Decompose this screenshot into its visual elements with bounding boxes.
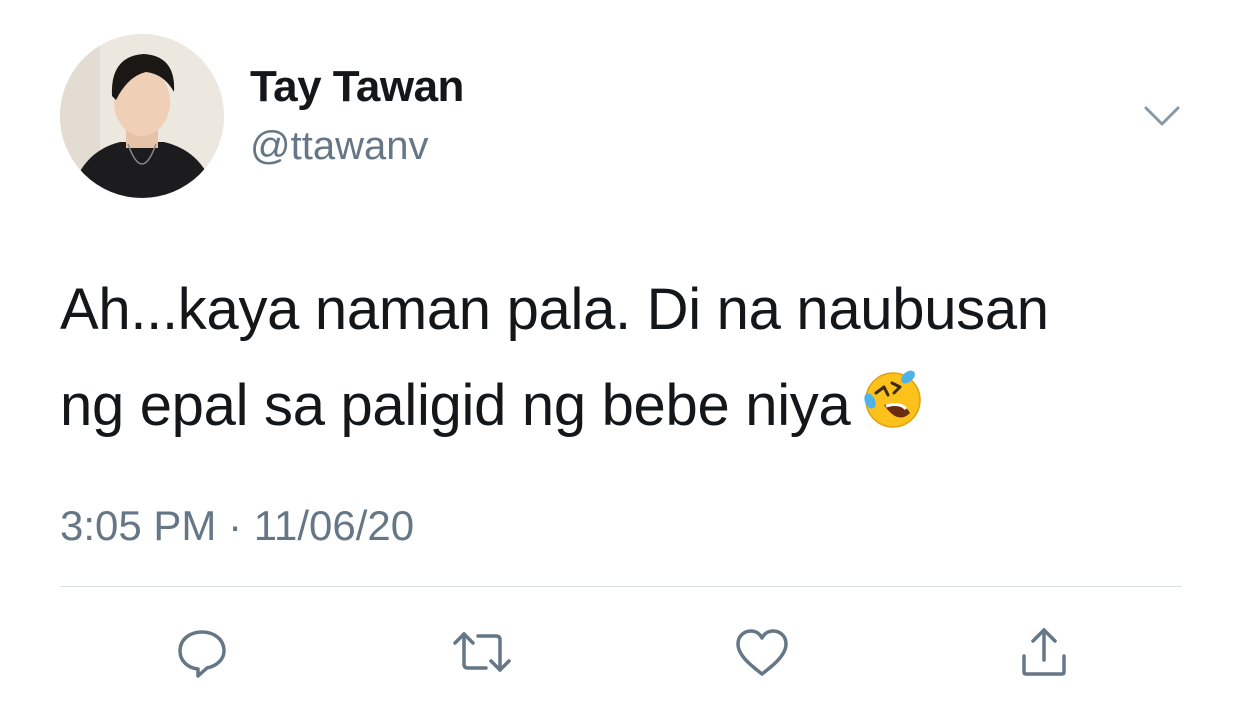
like-button[interactable]	[730, 620, 794, 684]
avatar-image	[60, 34, 224, 198]
retweet-icon	[453, 632, 511, 672]
reply-button[interactable]	[170, 620, 234, 684]
like-icon	[736, 629, 788, 676]
share-icon	[1022, 628, 1066, 676]
author-display-name[interactable]: Tay Tawan	[250, 62, 464, 112]
divider	[60, 586, 1182, 587]
avatar[interactable]	[60, 34, 224, 198]
tweet-text-line-1: Ah...kaya naman pala. Di na naubusan	[60, 277, 1049, 342]
tweet-timestamp[interactable]: 3:05 PM · 11/06/20	[60, 502, 414, 550]
rolling-on-the-floor-laughing-emoji-icon	[862, 364, 924, 428]
tweet-text-line-2: ng epal sa paligid ng bebe niya	[60, 373, 851, 438]
share-button[interactable]	[1012, 620, 1076, 684]
tweet-text: Ah...kaya naman pala. Di na naubusan ng …	[60, 262, 1200, 454]
reply-icon	[178, 630, 226, 678]
retweet-button[interactable]	[450, 620, 514, 684]
tweet-card: Tay Tawan @ttawanv Ah...kaya naman pala.…	[0, 0, 1241, 713]
author-handle[interactable]: @ttawanv	[250, 124, 428, 169]
chevron-down-icon[interactable]	[1140, 100, 1184, 132]
